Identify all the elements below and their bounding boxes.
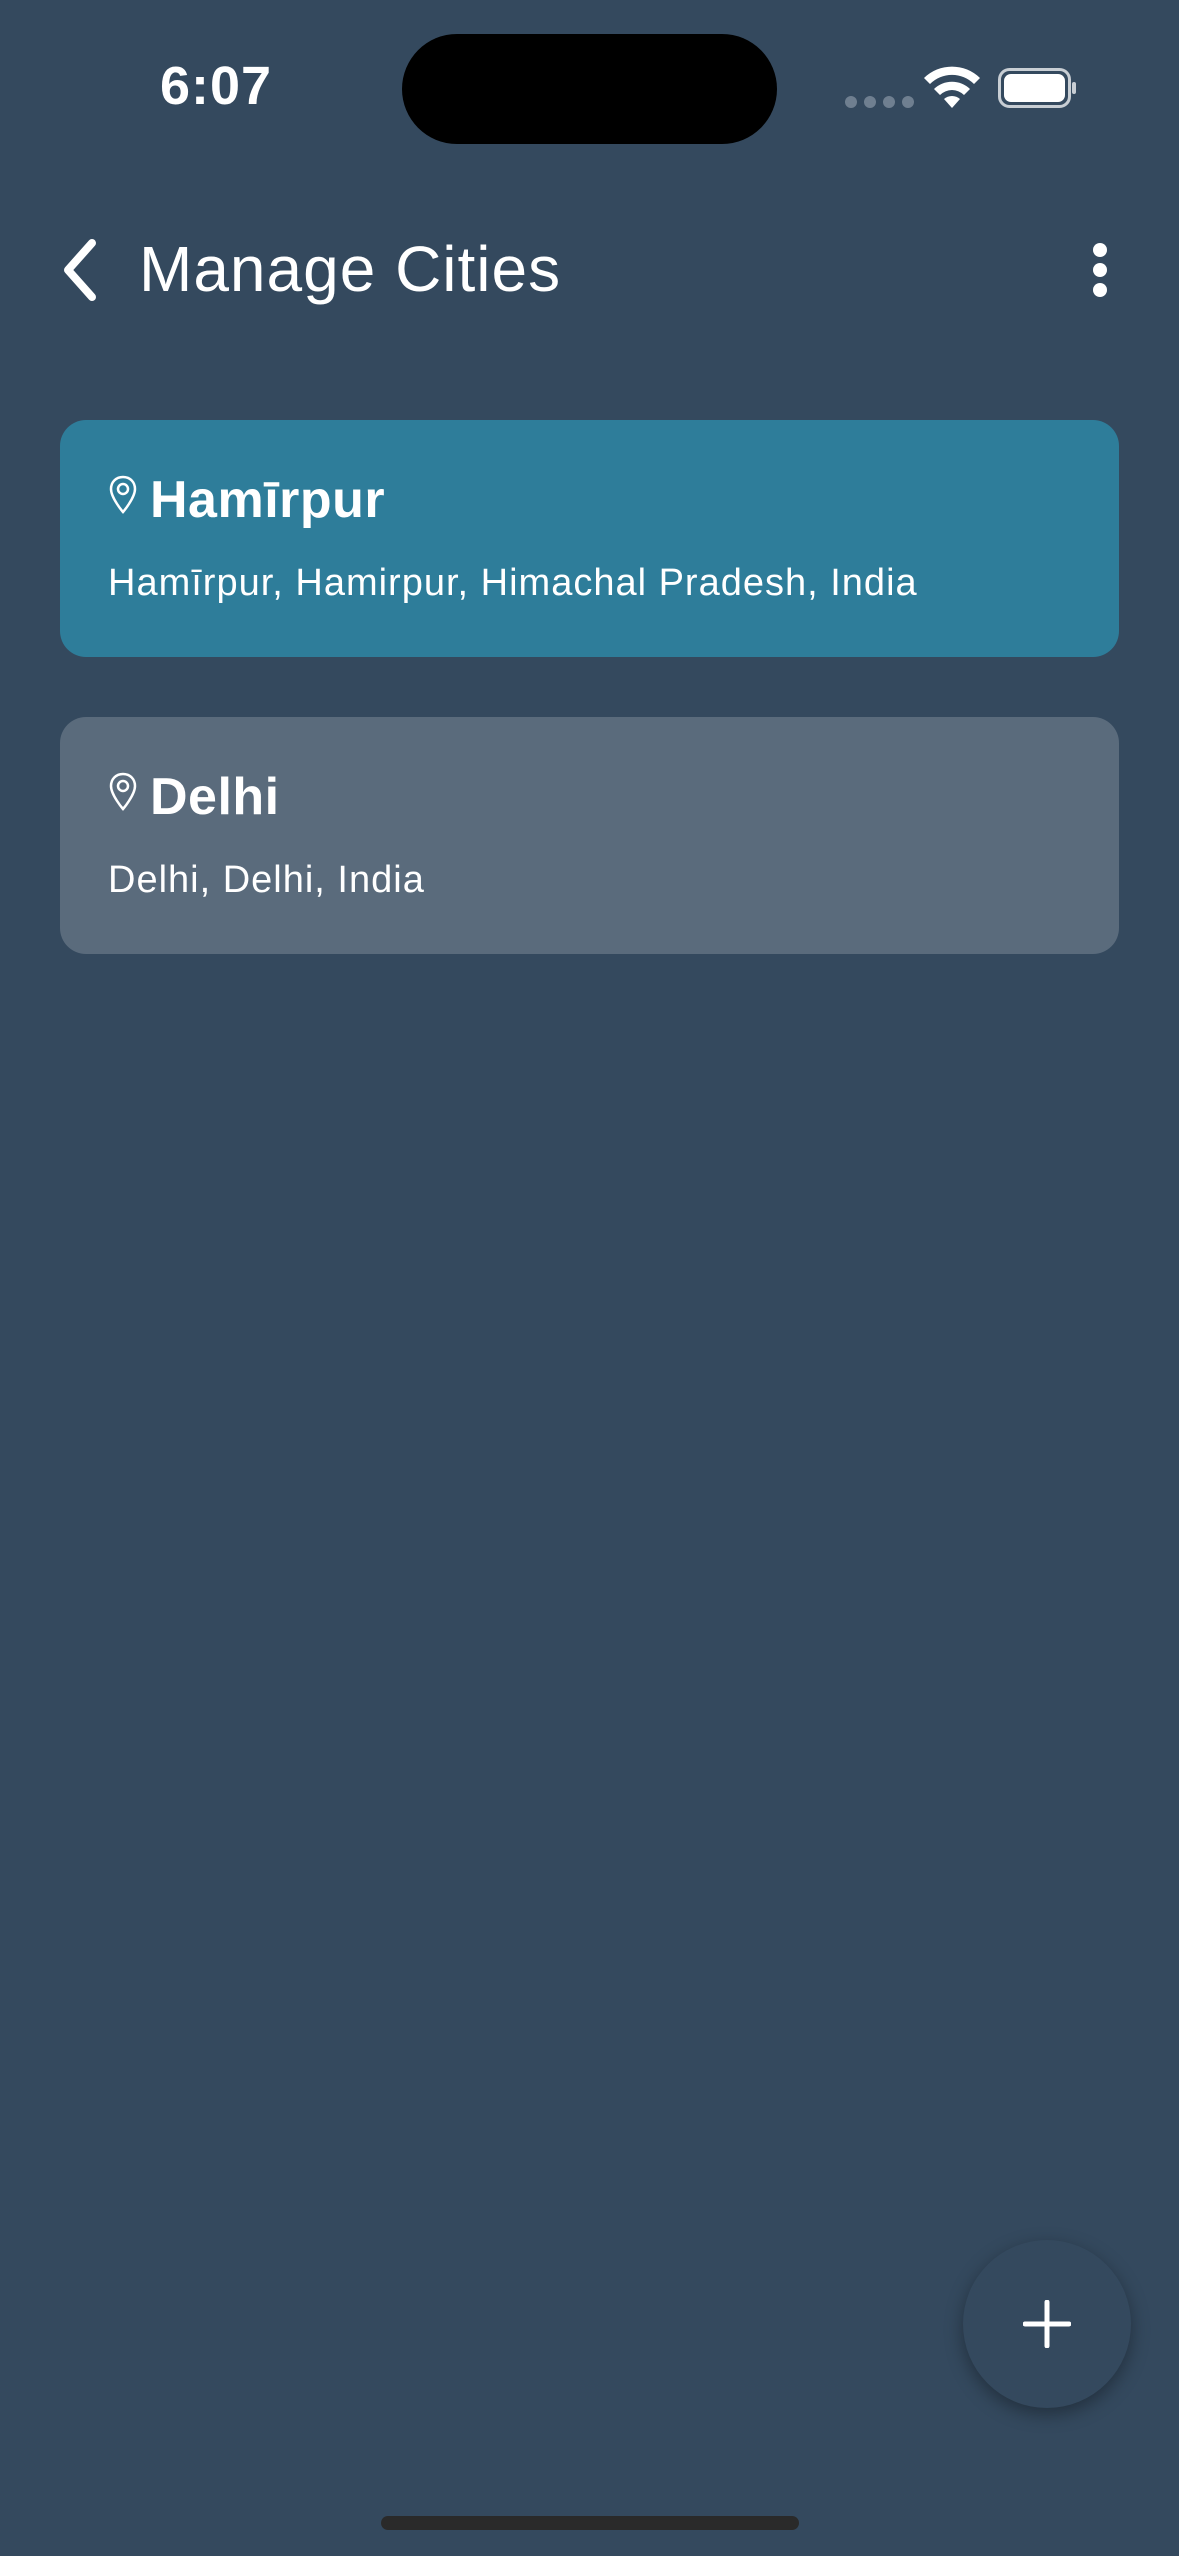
wifi-icon — [924, 66, 980, 108]
battery-icon — [998, 68, 1076, 108]
app-header: Manage Cities — [0, 210, 1179, 330]
back-button[interactable] — [50, 235, 110, 305]
city-name: Hamīrpur — [150, 471, 386, 529]
more-options-button[interactable] — [1080, 235, 1120, 305]
city-address: Delhi, Delhi, India — [108, 859, 425, 901]
signal-icon — [845, 96, 914, 108]
more-vertical-icon — [1093, 243, 1107, 297]
status-bar: 6:07 — [0, 0, 1179, 170]
location-pin-icon — [109, 772, 137, 811]
add-city-button[interactable] — [963, 2240, 1131, 2408]
location-pin-icon — [109, 475, 137, 514]
page-title: Manage Cities — [139, 233, 562, 305]
city-name: Delhi — [150, 768, 280, 826]
city-card-hamirpur[interactable]: Hamīrpur Hamīrpur, Hamirpur, Himachal Pr… — [60, 420, 1119, 657]
home-indicator — [381, 2516, 799, 2530]
city-address: Hamīrpur, Hamirpur, Himachal Pradesh, In… — [108, 562, 918, 604]
chevron-left-icon — [64, 239, 96, 301]
status-time: 6:07 — [160, 56, 273, 116]
city-card-delhi[interactable]: Delhi Delhi, Delhi, India — [60, 717, 1119, 954]
dynamic-island — [402, 34, 777, 144]
plus-icon — [1023, 2300, 1071, 2348]
